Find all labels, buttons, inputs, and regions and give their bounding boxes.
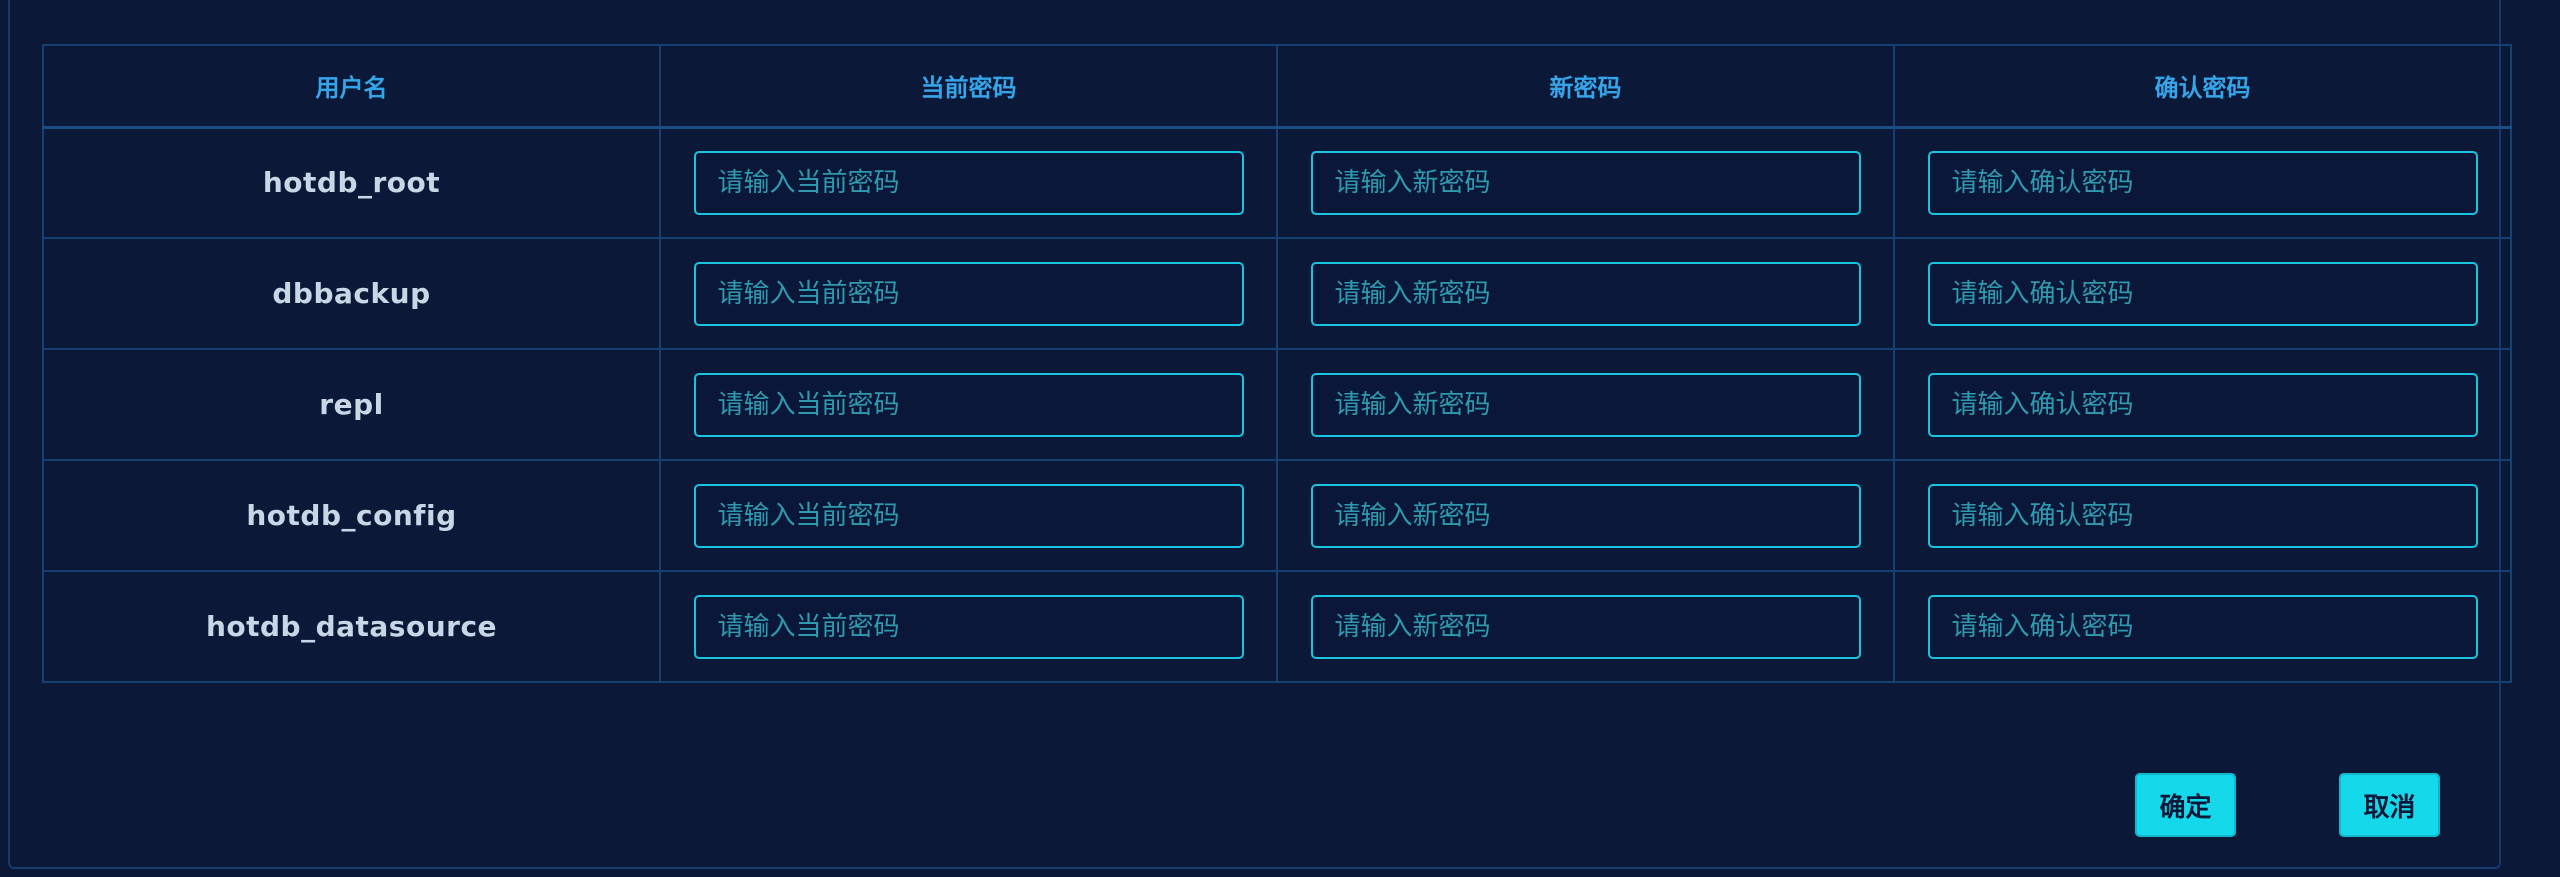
current-password-input[interactable] [693,261,1244,326]
confirm-password-input[interactable] [1927,261,2478,326]
confirm-password-input[interactable] [1927,594,2478,659]
cancel-button[interactable]: 取消 [2339,773,2440,837]
current-password-input[interactable] [693,372,1244,437]
username-cell: hotdb_root [42,126,661,239]
table-row: dbbackup [42,237,2512,350]
username-cell: hotdb_datasource [42,570,661,683]
username-cell: repl [42,348,661,461]
header-confirm-password: 确认密码 [1893,44,2512,129]
current-password-input[interactable] [693,150,1244,215]
current-password-input[interactable] [693,483,1244,548]
header-username: 用户名 [42,44,661,129]
new-password-input[interactable] [1310,483,1861,548]
username-cell: dbbackup [42,237,661,350]
password-table: 用户名 当前密码 新密码 确认密码 hotdb_root dbbackup re… [42,44,2512,683]
new-password-input[interactable] [1310,261,1861,326]
current-password-input[interactable] [693,594,1244,659]
confirm-password-input[interactable] [1927,372,2478,437]
table-row: hotdb_config [42,459,2512,572]
confirm-password-input[interactable] [1927,150,2478,215]
table-row: hotdb_datasource [42,570,2512,683]
table-row: hotdb_root [42,126,2512,239]
new-password-input[interactable] [1310,150,1861,215]
table-row: repl [42,348,2512,461]
confirm-button[interactable]: 确定 [2135,773,2236,837]
header-new-password: 新密码 [1276,44,1895,129]
header-current-password: 当前密码 [659,44,1278,129]
table-header-row: 用户名 当前密码 新密码 确认密码 [42,44,2512,129]
new-password-input[interactable] [1310,594,1861,659]
confirm-password-input[interactable] [1927,483,2478,548]
new-password-input[interactable] [1310,372,1861,437]
username-cell: hotdb_config [42,459,661,572]
